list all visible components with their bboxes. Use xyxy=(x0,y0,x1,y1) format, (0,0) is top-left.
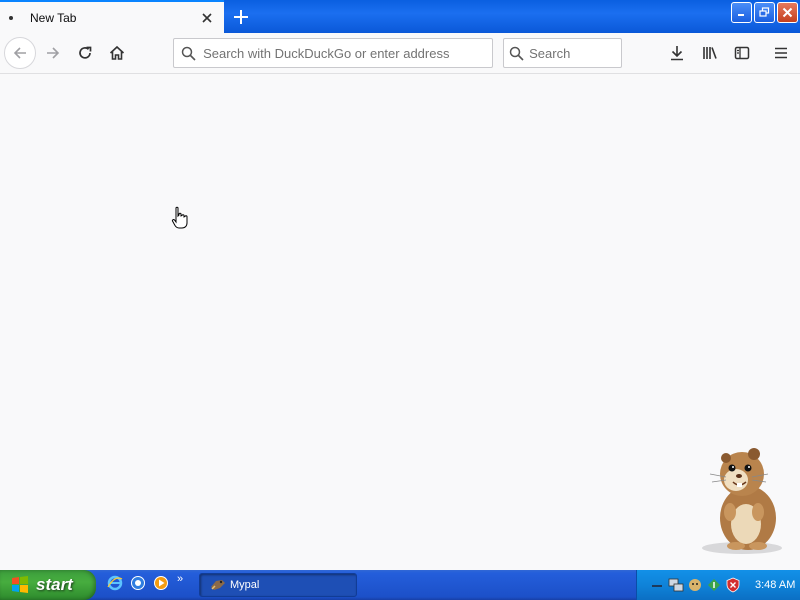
media-player-icon[interactable] xyxy=(152,574,170,592)
sidebar-button[interactable] xyxy=(726,37,758,69)
download-icon xyxy=(671,46,683,61)
internet-explorer-icon[interactable] xyxy=(106,574,124,592)
back-arrow-icon xyxy=(13,47,26,59)
library-button[interactable] xyxy=(694,37,726,69)
browser-quick-launch-icon[interactable] xyxy=(129,574,147,592)
security-shield-icon[interactable] xyxy=(725,577,741,593)
plus-icon xyxy=(234,10,248,24)
downloads-button[interactable] xyxy=(661,37,693,69)
windows-logo-icon xyxy=(12,576,28,593)
forward-button[interactable] xyxy=(37,37,69,69)
minimize-icon xyxy=(738,14,744,16)
home-button[interactable] xyxy=(101,37,133,69)
search-input[interactable] xyxy=(529,45,621,61)
taskbar-item-label: Mypal xyxy=(230,579,260,591)
taskbar: start » Mypal 3:48 AM xyxy=(0,570,800,600)
taskbar-item-mypal[interactable]: Mypal xyxy=(199,573,357,597)
window-controls xyxy=(731,2,798,23)
reload-icon xyxy=(79,46,92,59)
home-icon xyxy=(109,45,125,60)
search-icon xyxy=(174,39,203,67)
start-label: start xyxy=(36,575,73,594)
title-bar: New Tab xyxy=(0,0,800,33)
forward-arrow-icon xyxy=(47,47,60,59)
nav-toolbar xyxy=(0,33,800,74)
url-input[interactable] xyxy=(203,45,492,61)
network-icon[interactable] xyxy=(668,577,684,593)
hamster-mascot-icon xyxy=(702,448,782,554)
search-icon xyxy=(504,39,529,67)
menu-icon xyxy=(775,47,787,59)
close-icon[interactable] xyxy=(197,8,217,28)
sidebar-icon xyxy=(734,46,750,60)
library-icon xyxy=(703,47,717,59)
minimize-button[interactable] xyxy=(731,2,752,23)
reload-button[interactable] xyxy=(69,37,101,69)
start-button[interactable]: start xyxy=(0,570,96,600)
tab-title: New Tab xyxy=(30,10,77,25)
close-window-button[interactable] xyxy=(777,2,798,23)
clock[interactable]: 3:48 AM xyxy=(755,579,795,591)
back-button[interactable] xyxy=(4,37,36,69)
close-window-icon xyxy=(782,7,793,18)
hand-cursor-icon xyxy=(171,206,188,229)
new-tab-button[interactable] xyxy=(228,4,254,30)
quick-launch-chevron[interactable]: » xyxy=(177,573,183,585)
tab-new-tab[interactable]: New Tab xyxy=(0,0,224,33)
menu-button[interactable] xyxy=(765,37,797,69)
address-bar[interactable] xyxy=(173,38,493,68)
quick-launch: » xyxy=(106,573,183,592)
restore-button[interactable] xyxy=(754,2,775,23)
update-icon[interactable] xyxy=(706,577,722,593)
tray-collapse-icon[interactable] xyxy=(649,577,665,593)
search-bar[interactable] xyxy=(503,38,622,68)
system-tray: 3:48 AM xyxy=(636,570,800,600)
page-content[interactable] xyxy=(0,74,800,570)
tab-favicon xyxy=(9,15,13,20)
mypal-icon xyxy=(211,580,225,590)
restore-icon xyxy=(759,7,770,17)
agent-tray-icon[interactable] xyxy=(687,577,703,593)
